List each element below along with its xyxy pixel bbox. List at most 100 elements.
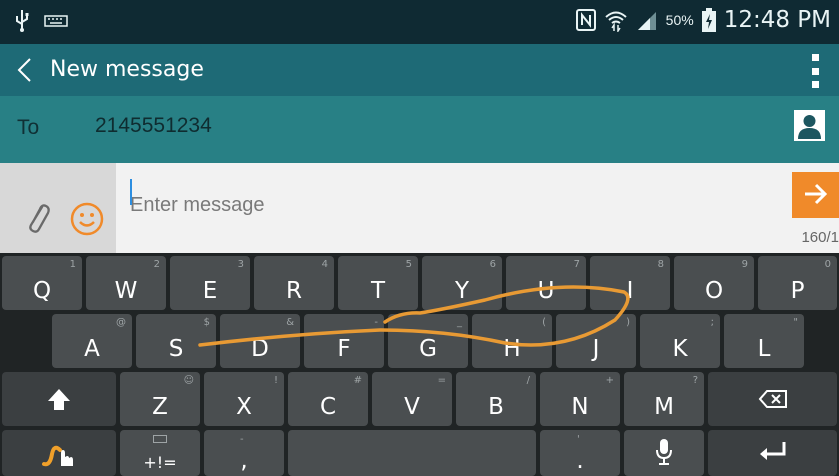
- key-label: P: [790, 278, 805, 304]
- key-hint: 8: [657, 259, 664, 270]
- key-label: J: [592, 336, 600, 362]
- key-label: W: [114, 278, 138, 304]
- send-button[interactable]: [792, 172, 839, 218]
- key-hint: -: [374, 317, 378, 328]
- voice-key[interactable]: [624, 430, 704, 476]
- key-r[interactable]: 4R: [254, 256, 334, 310]
- key-hint: !: [273, 375, 278, 386]
- character-counter: 160/1: [801, 229, 839, 246]
- key-hint: (: [542, 317, 546, 328]
- space-key[interactable]: [288, 430, 536, 476]
- shift-icon: [48, 389, 70, 410]
- key-hint: 0: [824, 259, 831, 270]
- key-d[interactable]: & D: [220, 314, 300, 368]
- backspace-key[interactable]: [708, 372, 837, 426]
- key-hint: ?: [692, 375, 698, 386]
- swipe-mode-key[interactable]: [2, 430, 116, 476]
- keyboard: 1Q 2W 3E 4R 5T 6Y 7U 8I 9O 0P @ A $ S & D -…: [0, 253, 839, 476]
- compose-area: 160/1: [0, 163, 839, 253]
- key-label: I: [626, 278, 634, 304]
- key-hint: _: [457, 317, 462, 328]
- back-icon[interactable]: [12, 56, 36, 84]
- symbols-key[interactable]: +!=: [120, 430, 200, 476]
- key-e[interactable]: 3E: [170, 256, 250, 310]
- key-j[interactable]: ) J: [556, 314, 636, 368]
- key-hint: 9: [741, 259, 748, 270]
- key-t[interactable]: 5T: [338, 256, 418, 310]
- nfc-icon: [575, 9, 596, 31]
- key-s[interactable]: $ S: [136, 314, 216, 368]
- key-label: Y: [454, 278, 470, 304]
- enter-key[interactable]: [708, 430, 837, 476]
- key-m[interactable]: ? M: [624, 372, 704, 426]
- status-time: 12:48 PM: [723, 7, 831, 33]
- key-label: Z: [152, 394, 168, 420]
- usb-icon: [16, 10, 29, 32]
- key-z[interactable]: ☺ Z: [120, 372, 200, 426]
- key-hint: 5: [405, 259, 412, 270]
- key-hint: $: [203, 317, 210, 328]
- key-hint: ;: [710, 317, 714, 328]
- enter-icon: [759, 442, 785, 460]
- contact-icon[interactable]: [793, 109, 826, 142]
- battery-percent: 50%: [665, 12, 694, 28]
- key-label: T: [370, 278, 386, 304]
- key-y[interactable]: 6Y: [422, 256, 502, 310]
- key-label: N: [571, 394, 589, 420]
- key-f[interactable]: -F: [304, 314, 384, 368]
- message-input[interactable]: [130, 175, 780, 235]
- key-b[interactable]: / B: [456, 372, 536, 426]
- key-o[interactable]: 9O: [674, 256, 754, 310]
- key-label: D: [251, 336, 269, 362]
- key-l[interactable]: " L: [724, 314, 804, 368]
- key-w[interactable]: 2W: [86, 256, 166, 310]
- emoji-icon[interactable]: [69, 201, 105, 237]
- status-bar: 50% 12:48 PM: [0, 0, 839, 44]
- paperclip-icon[interactable]: [24, 201, 50, 235]
- key-n[interactable]: + N: [540, 372, 620, 426]
- wifi-icon: [604, 11, 627, 32]
- key-a[interactable]: @ A: [52, 314, 132, 368]
- key-hint: ': [577, 434, 580, 445]
- status-left: [14, 9, 68, 33]
- signal-icon: [637, 12, 656, 30]
- overflow-menu-icon[interactable]: [807, 54, 823, 88]
- key-hint: 6: [489, 259, 496, 270]
- key-label: R: [286, 278, 302, 304]
- key-label: F: [337, 336, 351, 362]
- key-label: H: [503, 336, 521, 362]
- app-bar: New message: [0, 44, 839, 96]
- key-q[interactable]: 1Q: [2, 256, 82, 310]
- keyboard-icon: [153, 435, 167, 443]
- key-u[interactable]: 7U: [506, 256, 586, 310]
- key-label: V: [404, 394, 420, 420]
- key-hint: =: [437, 375, 446, 386]
- key-label: O: [704, 278, 724, 304]
- key-hint: 2: [153, 259, 160, 270]
- recipient-field[interactable]: 2145551234: [95, 114, 212, 138]
- key-v[interactable]: = V: [372, 372, 452, 426]
- key-c[interactable]: # C: [288, 372, 368, 426]
- swipe-icon: [42, 445, 73, 467]
- key-k[interactable]: ; K: [640, 314, 720, 368]
- key-hint: +: [605, 375, 614, 386]
- key-h[interactable]: (H: [472, 314, 552, 368]
- key-x[interactable]: ! X: [204, 372, 284, 426]
- key-label: .: [576, 448, 584, 474]
- compose-tools: [0, 163, 116, 253]
- key-label: A: [84, 336, 100, 362]
- key-label: B: [488, 394, 504, 420]
- key-hint: -: [240, 434, 244, 445]
- period-key[interactable]: ' .: [540, 430, 620, 476]
- shift-key[interactable]: [2, 372, 116, 426]
- key-label: M: [654, 394, 674, 420]
- key-label: E: [202, 278, 218, 304]
- key-hint: ": [793, 317, 798, 328]
- keyboard-icon: [44, 15, 68, 27]
- key-p[interactable]: 0P: [758, 256, 837, 310]
- comma-key[interactable]: - ,: [204, 430, 284, 476]
- key-hint: ): [626, 317, 630, 328]
- key-label: K: [672, 336, 688, 362]
- key-i[interactable]: 8I: [590, 256, 670, 310]
- key-g[interactable]: _ G: [388, 314, 468, 368]
